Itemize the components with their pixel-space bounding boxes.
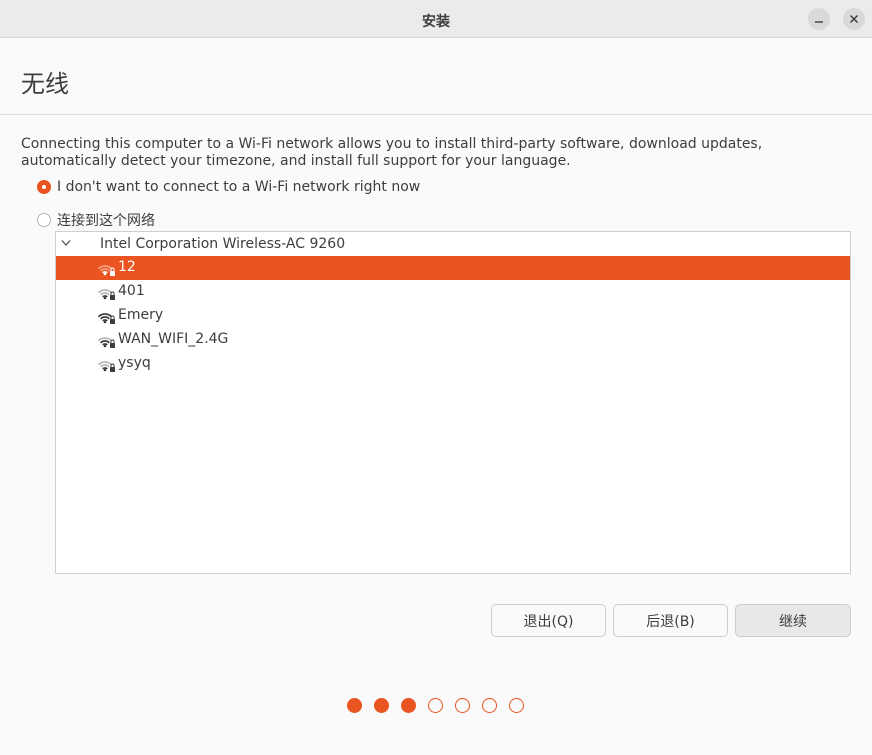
connect-network-option[interactable]: 连接到这个网络 — [37, 210, 155, 230]
connect-network-label: 连接到这个网络 — [57, 213, 155, 229]
close-button[interactable] — [843, 8, 865, 30]
network-name: WAN_WIFI_2.4G — [118, 331, 229, 347]
connect-network-radio[interactable] — [37, 213, 51, 227]
network-row[interactable]: 12 — [56, 256, 850, 280]
progress-dot-completed — [347, 698, 362, 713]
progress-dot-pending — [428, 698, 443, 713]
wifi-weak-locked-icon — [97, 361, 115, 372]
continue-button[interactable]: 继续 — [735, 604, 851, 637]
no-wifi-option[interactable]: I don't want to connect to a Wi-Fi netwo… — [37, 179, 420, 195]
minimize-icon — [815, 21, 823, 23]
no-wifi-radio[interactable] — [37, 180, 51, 194]
page-title: 无线 — [21, 70, 69, 98]
progress-dot-completed — [401, 698, 416, 713]
minimize-button[interactable] — [808, 8, 830, 30]
window-title: 安装 — [422, 14, 450, 30]
progress-dot-pending — [482, 698, 497, 713]
back-button[interactable]: 后退(B) — [613, 604, 728, 637]
progress-dot-completed — [374, 698, 389, 713]
chevron-down-icon[interactable] — [61, 239, 71, 247]
progress-dots — [347, 698, 536, 713]
quit-button[interactable]: 退出(Q) — [491, 604, 606, 637]
close-icon — [850, 15, 858, 23]
network-name: Emery — [118, 307, 164, 323]
device-label: Intel Corporation Wireless-AC 9260 — [100, 236, 346, 252]
progress-dot-pending — [455, 698, 470, 713]
progress-dot-pending — [509, 698, 524, 713]
no-wifi-label: I don't want to connect to a Wi-Fi netwo… — [57, 179, 421, 195]
wifi-strong-locked-icon — [97, 313, 115, 324]
wifi-weak-locked-icon — [97, 289, 115, 300]
network-row[interactable]: ysyq — [56, 352, 850, 376]
title-bar: 安装 — [0, 0, 872, 38]
network-list[interactable]: Intel Corporation Wireless-AC 9260 12 401… — [55, 231, 851, 574]
device-row[interactable]: Intel Corporation Wireless-AC 9260 — [56, 232, 850, 256]
wifi-medium-locked-icon — [97, 337, 115, 348]
network-name: 12 — [118, 259, 136, 275]
description-text: Connecting this computer to a Wi-Fi netw… — [21, 136, 763, 169]
wifi-weak-locked-icon — [97, 265, 115, 276]
network-row[interactable]: WAN_WIFI_2.4G — [56, 328, 850, 352]
network-name: ysyq — [118, 355, 151, 371]
heading-divider — [0, 114, 872, 115]
network-row[interactable]: Emery — [56, 304, 850, 328]
network-name: 401 — [118, 283, 145, 299]
network-row[interactable]: 401 — [56, 280, 850, 304]
